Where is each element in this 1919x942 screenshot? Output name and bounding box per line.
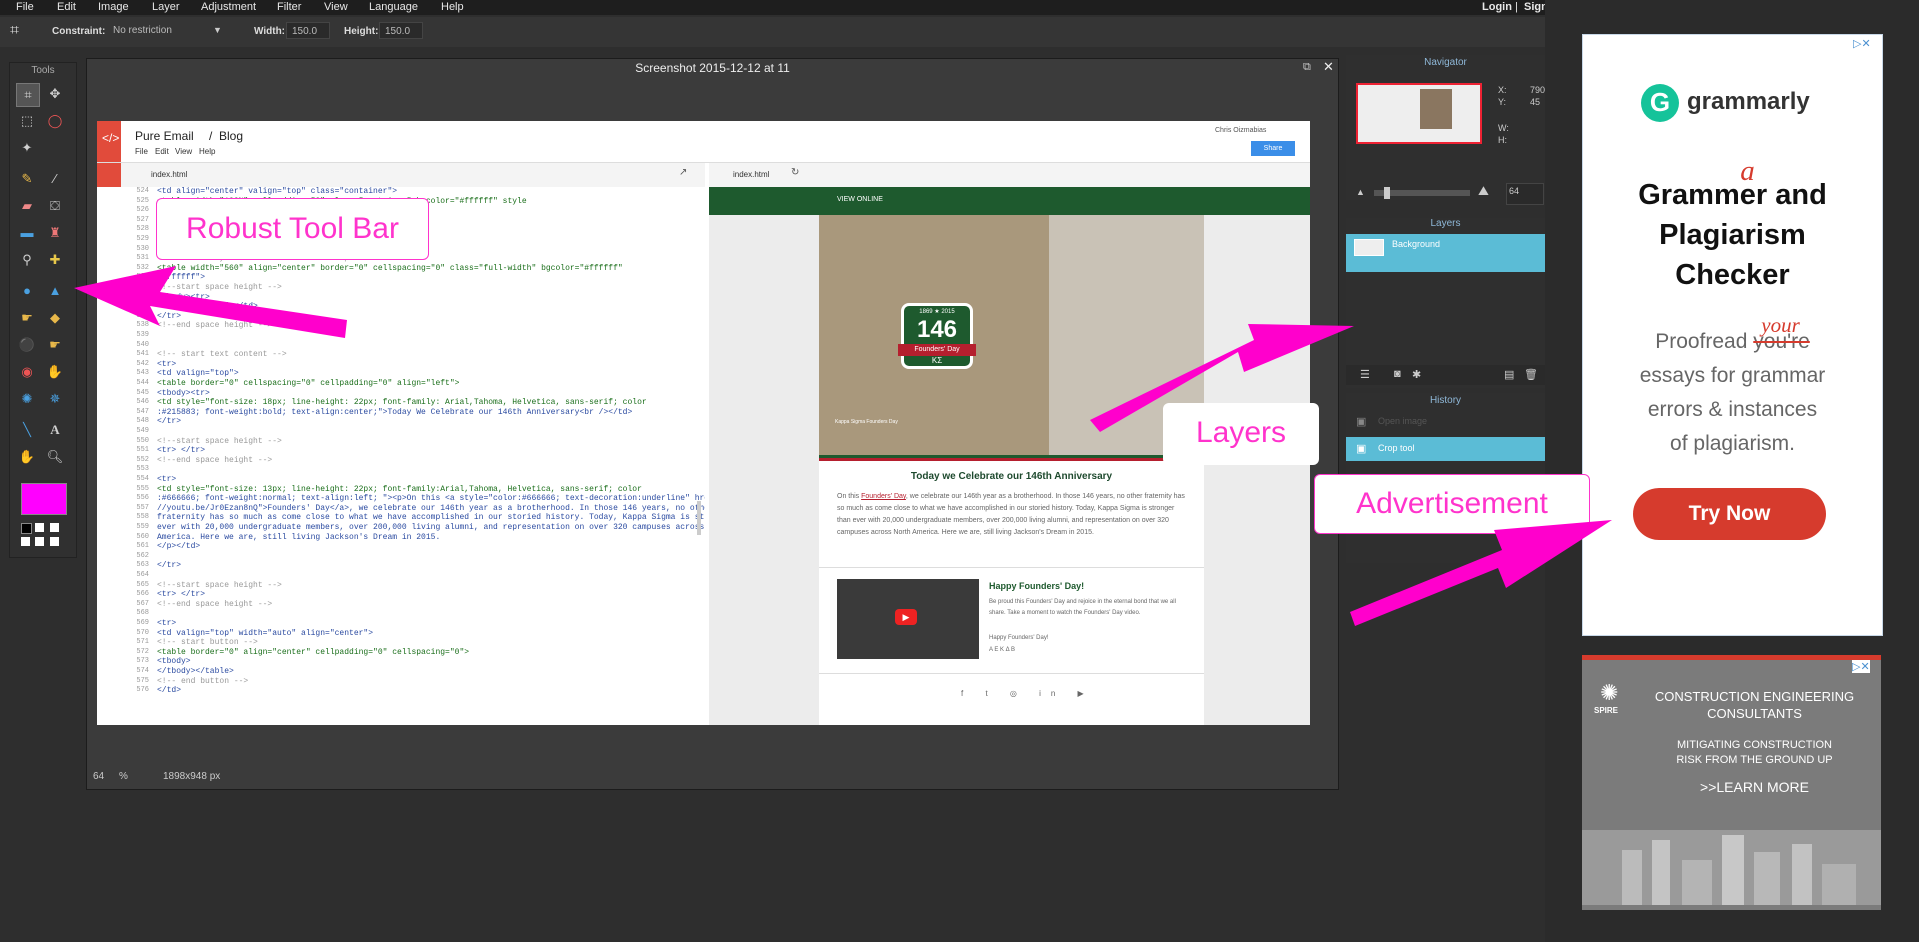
annotation-arrows xyxy=(74,266,1612,626)
arrow-to-ad xyxy=(1350,520,1612,626)
arrow-to-tools xyxy=(74,266,347,338)
arrow-to-layers xyxy=(1090,324,1354,432)
